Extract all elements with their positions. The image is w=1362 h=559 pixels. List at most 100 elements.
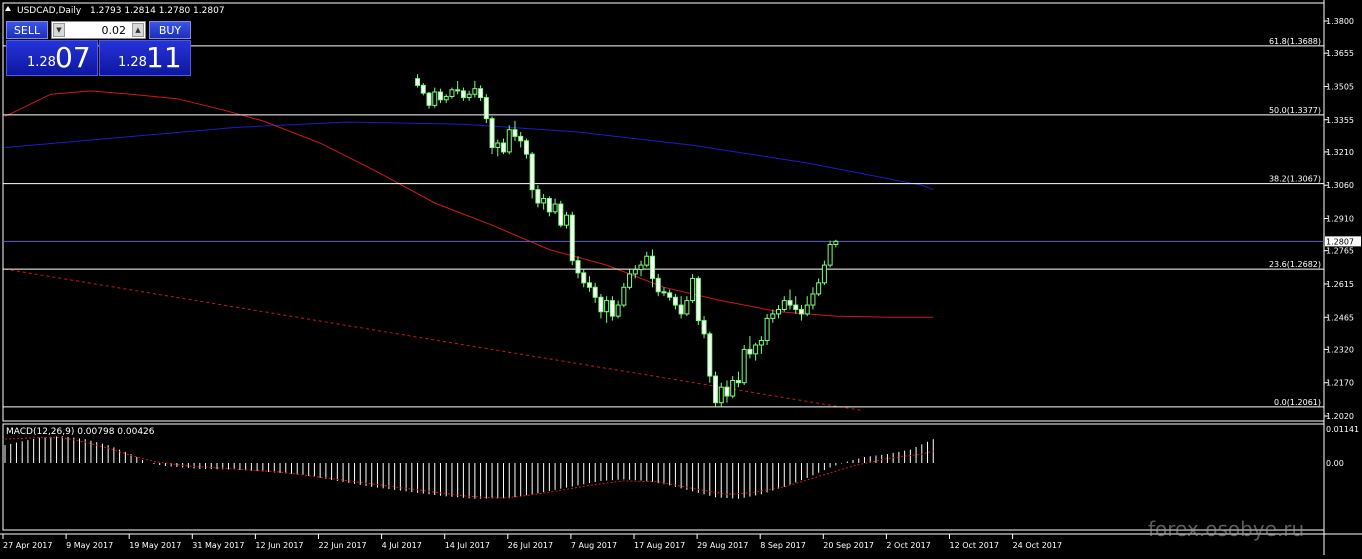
main-pane-frame <box>2 2 1325 422</box>
candle <box>776 305 782 319</box>
candle <box>483 94 489 124</box>
candle <box>644 251 650 268</box>
candle <box>415 74 421 88</box>
candle <box>718 382 724 408</box>
candle <box>512 120 518 141</box>
candle-body-bear <box>793 304 799 310</box>
candle-body-bull <box>443 95 449 101</box>
time-axis-label: 2 Oct 2017 <box>886 541 930 550</box>
candle <box>781 296 787 312</box>
candle <box>798 305 804 321</box>
candle-body-bear <box>460 90 466 99</box>
candle-body-bull <box>758 340 764 346</box>
lot-decrease-icon[interactable]: ▼ <box>53 23 65 37</box>
candle-body-bull <box>627 273 633 288</box>
lot-size-input[interactable] <box>68 22 129 38</box>
candle-body-bear <box>724 386 730 397</box>
candle-body-bull <box>770 313 776 319</box>
candle-body-bull <box>644 255 650 266</box>
candle-body-bull <box>506 129 512 153</box>
time-axis-label: 12 Oct 2017 <box>950 541 999 550</box>
candle <box>661 287 667 297</box>
sell-quote-button[interactable]: 1.28 07 <box>6 40 98 76</box>
candle <box>615 300 621 319</box>
price-axis-label: 1.3060 <box>1326 181 1354 190</box>
time-axis-label: 29 Aug 2017 <box>697 541 748 550</box>
candle-body-bear <box>672 296 678 306</box>
price-axis-label: 1.2320 <box>1326 345 1354 354</box>
ma-slow-line <box>4 121 934 191</box>
time-axis-label: 24 Oct 2017 <box>1013 541 1062 550</box>
candle <box>437 88 443 104</box>
price-chart-svg: 61.8(1.3688) 50.0(1.3377) 38.2(1.3067) 23.6… <box>0 0 1362 555</box>
candle-body-bull <box>449 89 455 97</box>
candle <box>575 256 581 279</box>
candle <box>506 125 512 155</box>
collapse-triangle-icon[interactable] <box>5 6 11 11</box>
candle-body-bear <box>535 189 541 204</box>
candle <box>586 276 592 292</box>
candle-body-bull <box>718 386 724 404</box>
sell-button[interactable]: SELL <box>6 21 48 39</box>
candle-body-bull <box>432 91 438 106</box>
candle-body-bear <box>695 277 701 322</box>
candle-body-bear <box>598 296 604 313</box>
candle-body-bear <box>455 89 461 92</box>
candle <box>827 240 833 268</box>
candle-body-bull <box>552 203 558 213</box>
price-axis-label: 1.2465 <box>1326 313 1354 322</box>
candle-body-bear <box>569 214 575 262</box>
candle <box>758 336 764 354</box>
time-axis-label: 20 Sep 2017 <box>823 541 874 550</box>
candle <box>495 139 501 157</box>
candle <box>690 273 696 303</box>
chart-ohlc-readout: 1.2793 1.2814 1.2780 1.2807 <box>90 6 225 16</box>
candle <box>695 276 701 326</box>
candle <box>833 239 839 248</box>
buy-button[interactable]: BUY <box>149 21 191 39</box>
candle-body-bear <box>707 333 713 377</box>
sell-price-prefix: 1.28 <box>27 55 56 70</box>
candle <box>604 296 610 323</box>
candle <box>810 287 816 310</box>
candle <box>535 185 541 208</box>
candle-body-bear <box>609 300 615 317</box>
candle-body-bear <box>575 260 581 274</box>
one-click-trading-panel: SELL ▼ ▲ BUY 1.28 07 1.28 11 <box>6 21 191 76</box>
candle <box>541 194 547 210</box>
buy-price-prefix: 1.28 <box>118 55 147 70</box>
candle-body-bull <box>564 214 570 226</box>
price-axis-label: 1.2615 <box>1326 280 1354 289</box>
time-axis-label: 17 Aug 2017 <box>634 541 685 550</box>
time-axis-label: 7 Aug 2017 <box>571 541 617 550</box>
candle <box>460 87 466 101</box>
candle-body-bull <box>472 88 478 95</box>
candle <box>684 296 690 317</box>
candle <box>821 260 827 286</box>
buy-quote-button[interactable]: 1.28 11 <box>99 40 191 76</box>
watermark-text: forex.osobye.ru <box>1148 517 1304 541</box>
candle-body-bull <box>604 300 610 313</box>
candle-body-bull <box>638 264 644 271</box>
candle <box>564 211 570 229</box>
candle-body-bear <box>437 91 443 101</box>
fibonacci-level-label: 38.2(1.3067) <box>1269 175 1321 184</box>
lot-increase-icon[interactable]: ▲ <box>132 23 144 37</box>
candle <box>816 278 822 297</box>
candle-body-bear <box>420 84 426 94</box>
candle <box>569 211 575 266</box>
candle-body-bear <box>523 140 529 155</box>
candle <box>730 376 736 399</box>
candle <box>489 116 495 155</box>
time-axis-label: 4 Jul 2017 <box>382 541 422 550</box>
candle-body-bear <box>501 142 507 153</box>
candle <box>472 80 478 98</box>
candle <box>455 80 461 95</box>
candle <box>672 293 678 310</box>
candle <box>707 331 713 383</box>
price-axis-label: 1.3655 <box>1326 49 1354 58</box>
chart-symbol-title: USDCAD,Daily <box>17 6 82 16</box>
price-axis-label: 1.3210 <box>1326 148 1354 157</box>
candle-body-bear <box>787 300 793 306</box>
candle-body-bull <box>495 142 501 148</box>
